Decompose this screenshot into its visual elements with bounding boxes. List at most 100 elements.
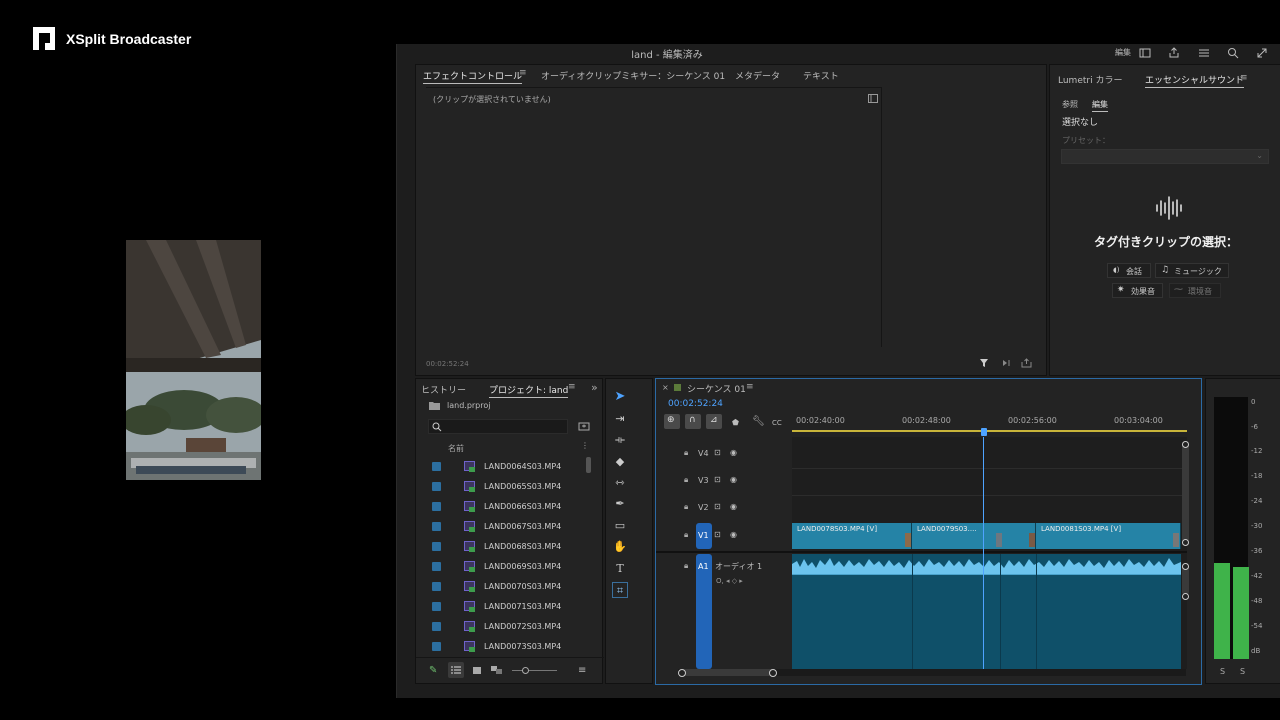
video-clip[interactable]: LAND0081S03.MP4 [V] — [1036, 523, 1181, 549]
nest-toggle-button[interactable]: ⊕ — [664, 414, 680, 429]
tab-effect-controls[interactable]: エフェクトコントロール — [423, 69, 523, 84]
tab-text[interactable]: テキスト — [803, 69, 839, 82]
workspace-edit-label[interactable]: 編集 — [1115, 47, 1131, 58]
list-view-button[interactable] — [448, 662, 464, 678]
list-item[interactable]: LAND0068S03.MP4 — [416, 537, 586, 557]
solo-right-button[interactable]: S — [1240, 667, 1245, 676]
sync-lock-icon[interactable]: ⊡ — [714, 475, 721, 484]
lock-icon[interactable]: 🔒︎ — [684, 502, 692, 512]
scroll-handle[interactable] — [1182, 539, 1189, 546]
v1-target-button[interactable]: V1 — [696, 523, 712, 549]
rectangle-tool-icon[interactable]: ▭ — [612, 518, 628, 534]
slip-tool-icon[interactable]: ⇿ — [612, 475, 628, 491]
pen-tool-icon[interactable]: ✒ — [612, 496, 628, 512]
list-item[interactable]: LAND0073S03.MP4 — [416, 637, 586, 657]
tab-history[interactable]: ヒストリー — [421, 383, 466, 396]
razor-tool-icon[interactable]: ◆ — [612, 454, 628, 470]
wrench-icon[interactable]: 🔧︎ — [752, 417, 765, 427]
captions-icon[interactable]: CC — [772, 418, 782, 428]
search-input[interactable] — [428, 419, 568, 434]
tab-project[interactable]: プロジェクト: land — [489, 383, 569, 398]
sync-lock-icon[interactable]: ⊡ — [714, 502, 721, 511]
work-area-bar[interactable] — [792, 430, 1187, 432]
hand-tool-icon[interactable]: ✋ — [612, 539, 628, 555]
zoom-slider[interactable] — [512, 670, 557, 671]
tab-metadata[interactable]: メタデータ — [735, 69, 780, 82]
eye-icon[interactable]: ◉ — [730, 502, 737, 511]
list-item[interactable]: LAND0070S03.MP4 — [416, 577, 586, 597]
type-tool-icon[interactable]: T — [612, 561, 628, 577]
scrollbar-thumb[interactable] — [586, 457, 591, 473]
a1-target-button[interactable]: A1 — [696, 554, 712, 669]
tab-audio-clip-mixer[interactable]: オーディオクリップミキサー：シーケンス 01 — [541, 69, 725, 82]
label-color-swatch[interactable] — [432, 562, 441, 571]
list-item[interactable]: LAND0071S03.MP4 — [416, 597, 586, 617]
scroll-handle[interactable] — [1182, 441, 1189, 448]
solo-left-button[interactable]: S — [1220, 667, 1225, 676]
overflow-icon[interactable]: » — [591, 381, 598, 394]
tab-lumetri-color[interactable]: Lumetri カラー — [1058, 73, 1122, 86]
music-button[interactable]: ♫ ミュージック — [1155, 263, 1229, 278]
panel-layout-icon[interactable] — [1138, 46, 1152, 60]
eye-icon[interactable]: ◉ — [730, 530, 737, 539]
list-item[interactable]: LAND0069S03.MP4 — [416, 557, 586, 577]
selection-tool-icon[interactable]: ➤ — [612, 389, 628, 405]
video-audio-divider[interactable] — [656, 551, 1187, 553]
lock-icon[interactable]: 🔒︎ — [684, 475, 692, 485]
ambience-button[interactable]: ⁓ 環境音 — [1169, 283, 1221, 298]
sync-lock-icon[interactable]: ⊡ — [714, 530, 721, 539]
subtab-browse[interactable]: 参照 — [1062, 99, 1078, 110]
filter-icon[interactable] — [979, 358, 989, 368]
linked-selection-button[interactable]: ⊿ — [706, 414, 722, 429]
label-color-swatch[interactable] — [432, 582, 441, 591]
label-color-swatch[interactable] — [432, 642, 441, 651]
menu-icon[interactable]: ≡ — [568, 382, 576, 392]
queue-icon[interactable] — [1197, 46, 1211, 60]
label-color-swatch[interactable] — [432, 462, 441, 471]
pencil-icon[interactable]: ✎ — [429, 666, 437, 676]
label-color-swatch[interactable] — [432, 542, 441, 551]
label-color-swatch[interactable] — [432, 502, 441, 511]
list-item[interactable]: LAND0065S03.MP4 — [416, 477, 586, 497]
preset-dropdown[interactable]: ⌄ — [1061, 149, 1269, 164]
menu-icon[interactable]: ≡ — [746, 382, 754, 392]
share-icon[interactable] — [1167, 46, 1181, 60]
label-color-swatch[interactable] — [432, 522, 441, 531]
video-clip[interactable]: LAND0078S03.MP4 [V] — [792, 523, 912, 549]
new-bin-icon[interactable] — [578, 421, 590, 431]
audio-level-line[interactable] — [792, 574, 1181, 575]
ripple-edit-tool-icon[interactable]: ⟛ — [612, 432, 628, 448]
keyframe-nav-icon[interactable]: O, ◂ ◇ ▸ — [716, 577, 743, 585]
freeform-view-icon[interactable] — [491, 666, 503, 675]
sfx-button[interactable]: ✷ 効果音 — [1112, 283, 1163, 298]
video-scrollbar[interactable] — [1182, 441, 1189, 545]
video-clip[interactable]: LAND0079S03.... — [912, 523, 1036, 549]
tab-sequence[interactable]: シーケンス 01 — [687, 382, 746, 395]
track-select-tool-icon[interactable]: ⇥ — [612, 411, 628, 427]
scroll-handle[interactable] — [1182, 593, 1189, 600]
eye-icon[interactable]: ◉ — [730, 448, 737, 457]
zoom-handle-right[interactable] — [769, 669, 777, 677]
auto-reframe-tool-icon[interactable]: ⌗ — [612, 582, 628, 598]
add-marker-icon[interactable]: ⬟ — [732, 418, 739, 428]
fullscreen-icon[interactable] — [1255, 46, 1269, 60]
list-item[interactable]: LAND0072S03.MP4 — [416, 617, 586, 637]
timeline-timecode[interactable]: 00:02:52:24 — [668, 399, 723, 409]
sort-icon[interactable]: ≡ — [578, 666, 586, 676]
snap-button[interactable]: ∩ — [685, 414, 701, 429]
tab-essential-sound[interactable]: エッセンシャルサウンド — [1145, 73, 1245, 88]
dialogue-button[interactable]: ◖) 会話 — [1107, 263, 1151, 278]
label-color-swatch[interactable] — [432, 602, 441, 611]
label-color-swatch[interactable] — [432, 622, 441, 631]
lock-icon[interactable]: 🔒︎ — [684, 561, 692, 571]
list-item[interactable]: LAND0064S03.MP4 — [416, 457, 586, 477]
column-name-header[interactable]: 名前 — [448, 443, 464, 454]
audio-clip[interactable] — [792, 554, 1181, 669]
subtab-edit[interactable]: 編集 — [1092, 99, 1108, 112]
playhead-handle[interactable] — [981, 428, 987, 436]
sync-lock-icon[interactable]: ⊡ — [714, 448, 721, 457]
column-more-icon[interactable]: ⋮ — [581, 441, 589, 450]
zoom-handle-left[interactable] — [678, 669, 686, 677]
time-ruler[interactable]: 00:02:40:00 00:02:48:00 00:02:56:00 00:0… — [792, 413, 1187, 435]
scroll-handle[interactable] — [1182, 563, 1189, 570]
